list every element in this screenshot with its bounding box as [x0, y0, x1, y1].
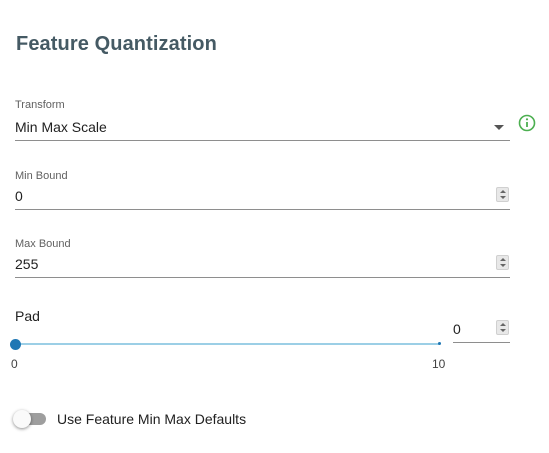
transform-label: Transform — [15, 99, 65, 111]
defaults-toggle[interactable] — [13, 410, 47, 428]
transform-underline — [15, 140, 510, 141]
pad-slider-max-label: 10 — [432, 357, 446, 371]
pad-number-field[interactable]: 0 — [453, 317, 510, 343]
min-bound-label: Min Bound — [15, 170, 68, 182]
min-bound-field[interactable]: Min Bound 0 — [15, 170, 510, 212]
pad-input[interactable]: 0 — [453, 321, 461, 337]
max-bound-underline — [15, 277, 510, 278]
chevron-down-icon[interactable] — [494, 125, 504, 130]
max-bound-label: Max Bound — [15, 238, 71, 250]
pad-slider-end-dot — [438, 342, 441, 345]
pad-slider-track[interactable] — [15, 343, 440, 345]
min-bound-input[interactable]: 0 — [15, 188, 23, 204]
transform-select[interactable]: Transform Min Max Scale — [15, 99, 510, 143]
min-bound-stepper-icon[interactable] — [496, 187, 509, 202]
min-bound-underline — [15, 209, 510, 210]
max-bound-field[interactable]: Max Bound 255 — [15, 238, 510, 280]
max-bound-stepper-icon[interactable] — [496, 255, 509, 270]
info-icon[interactable] — [518, 114, 536, 132]
pad-stepper-icon[interactable] — [496, 320, 509, 335]
toggle-knob[interactable] — [13, 410, 31, 428]
pad-underline — [453, 342, 510, 343]
max-bound-input[interactable]: 255 — [15, 256, 38, 272]
transform-value[interactable]: Min Max Scale — [15, 119, 107, 135]
page-title: Feature Quantization — [16, 33, 217, 55]
pad-slider-min-label: 0 — [11, 357, 18, 371]
pad-slider-thumb[interactable] — [10, 339, 21, 350]
defaults-toggle-label[interactable]: Use Feature Min Max Defaults — [57, 411, 246, 427]
pad-label: Pad — [15, 308, 40, 324]
